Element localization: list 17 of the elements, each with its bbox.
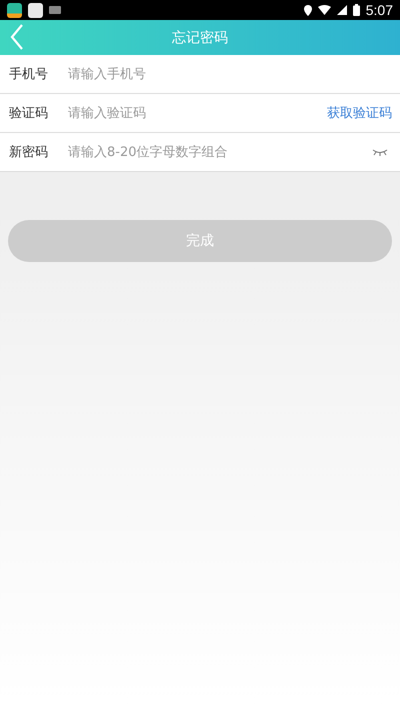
input-field[interactable]: 请输入手机号 bbox=[68, 66, 392, 82]
app-icon bbox=[28, 2, 43, 18]
signal-icon bbox=[336, 5, 347, 15]
field-label: 手机号 bbox=[9, 66, 49, 83]
eye-closed-icon[interactable] bbox=[372, 148, 388, 156]
input-field[interactable]: 请输入验证码 bbox=[68, 106, 327, 120]
page-title: 忘记密码 bbox=[172, 28, 228, 46]
wifi-icon bbox=[318, 5, 331, 15]
field-label: 验证码 bbox=[9, 105, 49, 122]
get-code-link[interactable]: 获取验证码 bbox=[327, 104, 392, 122]
app-icon bbox=[7, 2, 22, 18]
battery-icon bbox=[352, 4, 360, 16]
field-label: 新密码 bbox=[9, 144, 49, 161]
status-time: 5:07 bbox=[366, 2, 393, 18]
location-icon bbox=[304, 4, 312, 16]
keyboard-icon bbox=[49, 6, 61, 14]
input-field[interactable]: 请输入8-20位字母数字组合 bbox=[68, 144, 372, 160]
